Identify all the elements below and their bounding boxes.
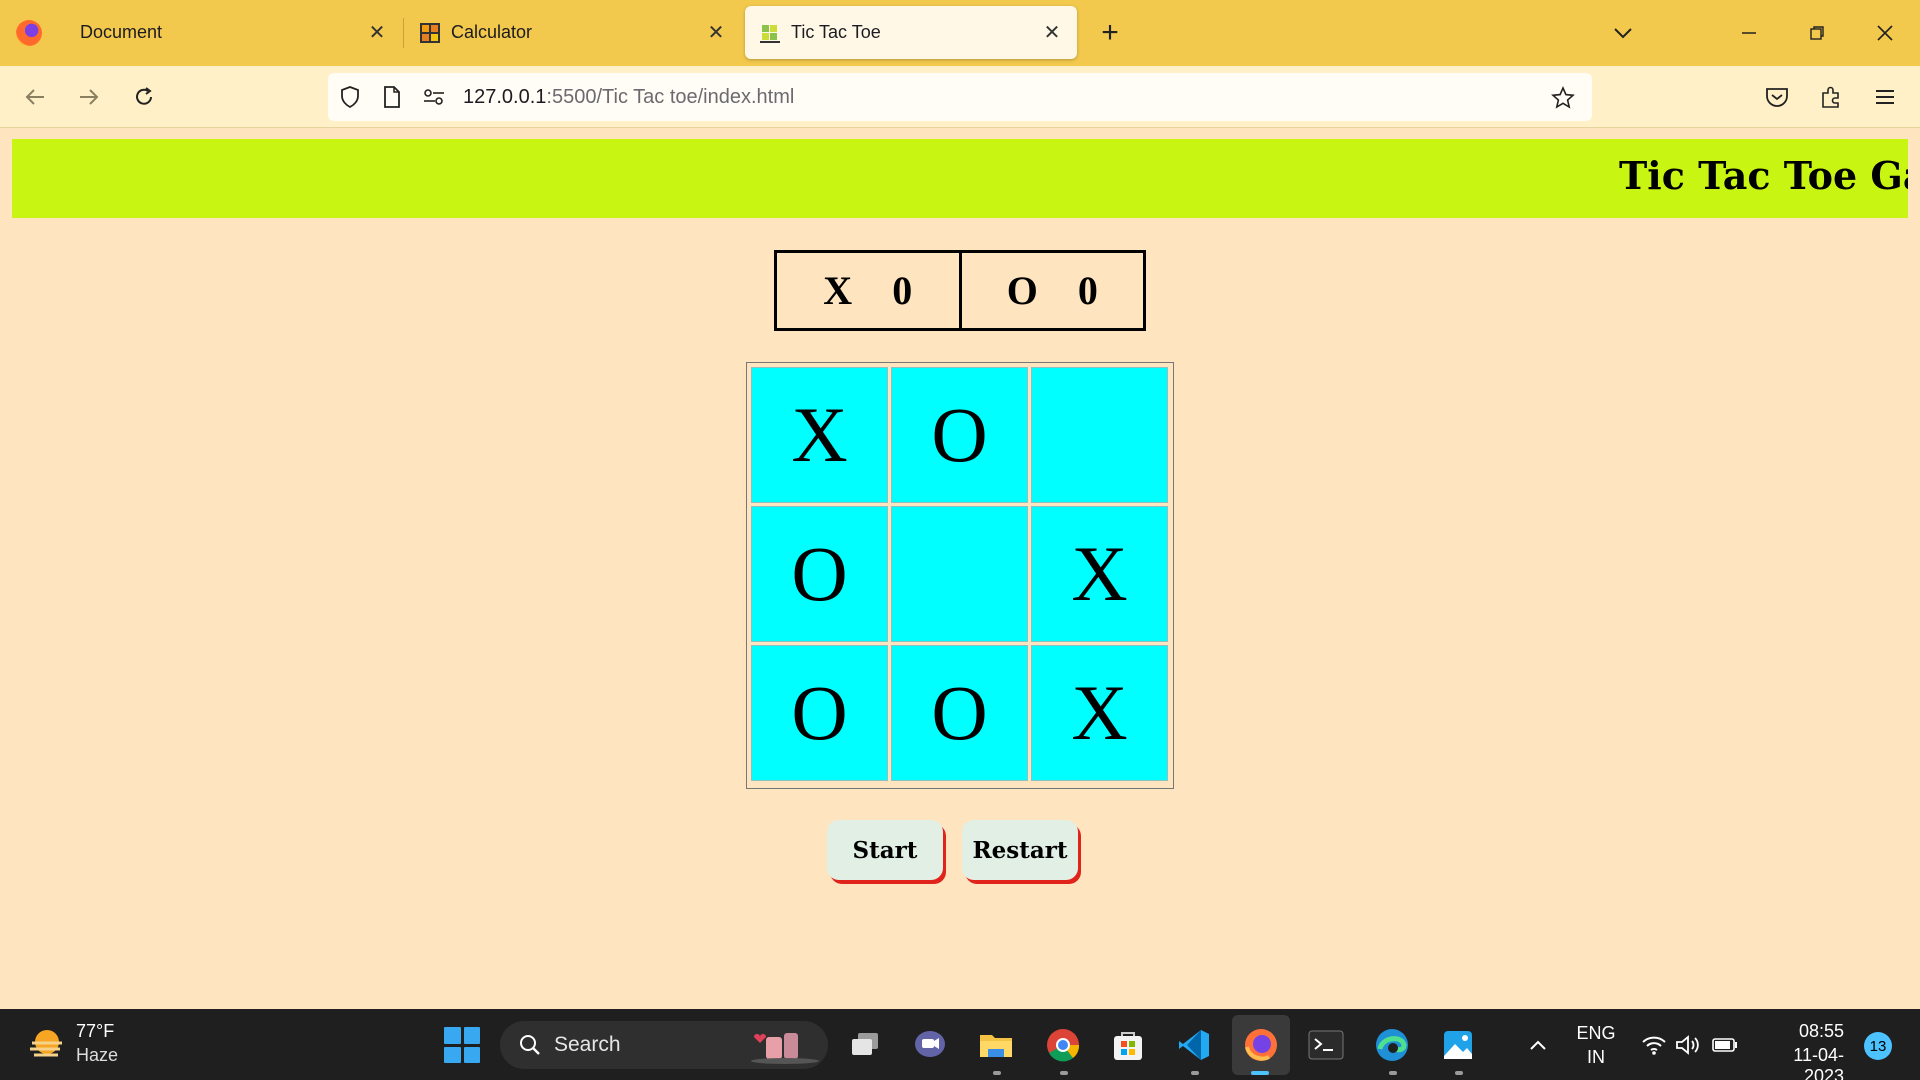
weather-temperature[interactable]: 77°F <box>76 1021 114 1042</box>
shield-icon[interactable] <box>338 85 362 109</box>
running-indicator <box>1389 1071 1397 1075</box>
forward-arrow-icon[interactable] <box>74 83 104 111</box>
score-x-label: X <box>823 268 853 313</box>
score-o: O 0 <box>962 253 1144 328</box>
task-view-icon[interactable] <box>845 1025 885 1065</box>
search-placeholder: Search <box>554 1033 621 1056</box>
restart-button[interactable]: Restart <box>962 820 1078 880</box>
taskbar: 77°F Haze Search ENG IN 08:55 11-04-2023… <box>0 1009 1920 1080</box>
taskbar-search[interactable]: Search <box>500 1021 828 1069</box>
address-bar[interactable]: 127.0.0.1:5500/Tic Tac toe/index.html <box>328 73 1592 121</box>
close-tab-icon[interactable]: ✕ <box>705 22 727 44</box>
back-arrow-icon[interactable] <box>20 83 50 111</box>
board-cell-2[interactable]: O <box>891 367 1028 503</box>
running-indicator <box>993 1071 1001 1075</box>
page-title: Tic Tac Toe Game <box>1619 153 1908 198</box>
restore-icon[interactable] <box>1802 20 1832 46</box>
new-tab-button[interactable]: + <box>1095 16 1125 50</box>
board-cell-7[interactable]: O <box>751 645 888 781</box>
menu-icon[interactable] <box>1870 83 1900 111</box>
board-cell-4[interactable]: O <box>751 506 888 642</box>
board-cell-1[interactable]: X <box>751 367 888 503</box>
running-indicator <box>1191 1071 1199 1075</box>
tab-title: Document <box>80 22 163 42</box>
haze-weather-icon[interactable] <box>28 1027 66 1061</box>
tab-document[interactable]: Document ✕ <box>66 6 402 59</box>
reload-icon[interactable] <box>129 83 159 111</box>
edge-icon[interactable] <box>1372 1025 1412 1065</box>
list-all-tabs-icon[interactable] <box>1608 20 1638 46</box>
show-hidden-icons-chevron-icon[interactable] <box>1526 1033 1550 1057</box>
notification-badge[interactable]: 13 <box>1864 1032 1892 1060</box>
teams-chat-icon[interactable] <box>910 1025 950 1065</box>
tab-title: Tic Tac Toe <box>791 22 881 42</box>
active-indicator <box>1251 1071 1269 1075</box>
close-tab-icon[interactable]: ✕ <box>1041 22 1063 44</box>
tab-separator <box>403 18 404 48</box>
volume-icon[interactable] <box>1674 1033 1702 1057</box>
weather-condition[interactable]: Haze <box>76 1045 118 1066</box>
navigation-bar: 127.0.0.1:5500/Tic Tac toe/index.html <box>0 66 1920 128</box>
start-button[interactable]: Start <box>827 820 943 880</box>
chrome-icon[interactable] <box>1043 1025 1083 1065</box>
microsoft-store-icon[interactable] <box>1108 1025 1148 1065</box>
file-explorer-icon[interactable] <box>976 1025 1016 1065</box>
language-region[interactable]: IN <box>1576 1047 1616 1068</box>
board-cell-3[interactable] <box>1031 367 1168 503</box>
board-cell-9[interactable]: X <box>1031 645 1168 781</box>
url-text[interactable]: 127.0.0.1:5500/Tic Tac toe/index.html <box>463 86 794 109</box>
vscode-icon[interactable] <box>1174 1025 1214 1065</box>
board-cell-6[interactable]: X <box>1031 506 1168 642</box>
tab-tic-tac-toe[interactable]: Tic Tac Toe ✕ <box>745 6 1077 59</box>
page-info-icon[interactable] <box>380 85 404 109</box>
permissions-icon[interactable] <box>422 85 446 109</box>
language-code[interactable]: ENG <box>1576 1023 1616 1044</box>
tab-calculator[interactable]: Calculator ✕ <box>405 6 741 59</box>
calculator-icon <box>420 22 440 43</box>
scoreboard: X 0 O 0 <box>774 250 1146 331</box>
tab-title: Calculator <box>451 22 533 42</box>
search-highlight-icon <box>751 1033 819 1064</box>
photos-icon[interactable] <box>1438 1025 1478 1065</box>
board-cell-8[interactable]: O <box>891 645 1028 781</box>
score-x-value: 0 <box>892 268 913 313</box>
battery-icon[interactable] <box>1710 1033 1740 1057</box>
clock-date[interactable]: 11-04-2023 <box>1754 1045 1844 1080</box>
title-banner: Tic Tac Toe Game <box>12 139 1908 218</box>
windows-start-icon[interactable] <box>444 1027 480 1063</box>
bookmark-star-icon[interactable] <box>1550 85 1576 111</box>
close-window-icon[interactable] <box>1870 20 1900 46</box>
wifi-icon[interactable] <box>1640 1033 1668 1057</box>
minimize-icon[interactable] <box>1734 20 1764 46</box>
clock-time[interactable]: 08:55 <box>1780 1021 1844 1042</box>
board-cell-5[interactable] <box>891 506 1028 642</box>
extensions-icon[interactable] <box>1816 83 1846 111</box>
game-board: X O O X O O X <box>746 362 1174 789</box>
score-x: X 0 <box>777 253 962 328</box>
close-tab-icon[interactable]: ✕ <box>366 22 388 44</box>
url-host: 127.0.0.1 <box>463 86 547 108</box>
score-o-value: 0 <box>1077 268 1098 313</box>
pocket-icon[interactable] <box>1762 83 1792 111</box>
firefox-taskbar-icon[interactable] <box>1241 1025 1281 1065</box>
search-icon <box>520 1035 540 1055</box>
browser-tab-bar: Document ✕ Calculator ✕ Tic Tac Toe ✕ + <box>0 0 1920 66</box>
terminal-icon[interactable] <box>1306 1025 1346 1065</box>
firefox-icon[interactable] <box>16 20 42 46</box>
url-path: :5500/Tic Tac toe/index.html <box>546 86 795 108</box>
running-indicator <box>1060 1071 1068 1075</box>
tictactoe-icon <box>760 24 780 43</box>
score-o-label: O <box>1006 268 1038 313</box>
running-indicator <box>1455 1071 1463 1075</box>
